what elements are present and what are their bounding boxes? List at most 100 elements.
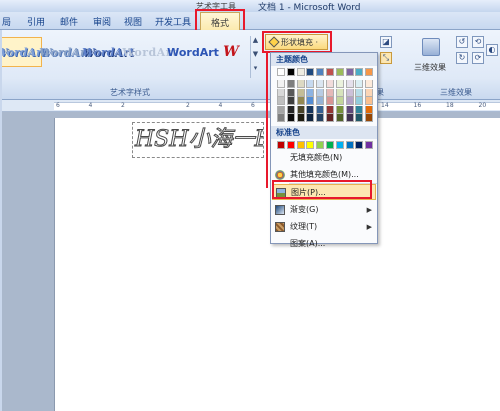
tilt-left-icon[interactable]: ↺: [456, 36, 468, 48]
theme-color-shade-swatch[interactable]: [355, 97, 364, 106]
theme-color-shade-swatch[interactable]: [286, 114, 295, 123]
theme-color-shade-swatch[interactable]: [286, 88, 295, 97]
theme-color-shade-swatch[interactable]: [355, 105, 364, 114]
theme-color-shade-swatch[interactable]: [286, 97, 295, 106]
theme-color-shade-swatch[interactable]: [365, 80, 374, 88]
theme-color-shade-swatch[interactable]: [306, 80, 315, 88]
theme-color-swatch[interactable]: [335, 68, 344, 76]
tab-mailings[interactable]: 邮件: [60, 15, 78, 28]
theme-color-shade-swatch[interactable]: [335, 97, 344, 106]
wordart-style-2[interactable]: WordArt: [39, 37, 91, 67]
theme-color-swatch[interactable]: [365, 68, 374, 76]
theme-color-swatch[interactable]: [277, 68, 285, 76]
theme-color-shade-swatch[interactable]: [326, 105, 334, 114]
texture-fill-item[interactable]: 纹理(T) ▶: [272, 219, 376, 235]
theme-color-swatch[interactable]: [355, 68, 364, 76]
theme-color-shade-swatch[interactable]: [296, 97, 305, 106]
standard-color-swatch[interactable]: [326, 141, 334, 149]
theme-color-shade-swatch[interactable]: [316, 105, 325, 114]
tab-format[interactable]: 格式: [200, 12, 240, 31]
standard-color-swatch[interactable]: [335, 141, 344, 149]
theme-color-shade-swatch[interactable]: [306, 114, 315, 123]
wordart-object[interactable]: HSH小海一El: [132, 122, 264, 158]
theme-color-shade-swatch[interactable]: [335, 114, 344, 123]
theme-color-shade-swatch[interactable]: [365, 97, 374, 106]
theme-color-shade-swatch[interactable]: [326, 80, 334, 88]
theme-color-shade-swatch[interactable]: [365, 88, 374, 97]
theme-color-shade-swatch[interactable]: [365, 105, 374, 114]
wordart-style-1[interactable]: WordArt: [0, 37, 47, 67]
theme-color-shade-swatch[interactable]: [306, 105, 315, 114]
theme-color-shade-swatch[interactable]: [296, 114, 305, 123]
theme-color-shade-swatch[interactable]: [316, 80, 325, 88]
theme-color-shade-swatch[interactable]: [335, 80, 344, 88]
standard-color-swatch[interactable]: [296, 141, 305, 149]
standard-color-swatch[interactable]: [316, 141, 325, 149]
standard-color-swatch[interactable]: [277, 141, 285, 149]
theme-color-shade-swatch[interactable]: [326, 88, 334, 97]
wordart-style-5[interactable]: WordArt: [167, 37, 219, 67]
tab-view[interactable]: 视图: [124, 15, 142, 28]
gradient-fill-item[interactable]: 渐变(G) ▶: [272, 202, 376, 218]
wordart-style-6[interactable]: W: [216, 37, 246, 67]
wordart-style-4[interactable]: WordArt: [122, 37, 177, 67]
theme-color-shade-swatch[interactable]: [326, 114, 334, 123]
change-shape-icon[interactable]: ⤡: [380, 52, 392, 64]
theme-color-shade-swatch[interactable]: [365, 114, 374, 123]
theme-color-shade-swatch[interactable]: [345, 97, 354, 106]
tilt-right-icon[interactable]: ⟳: [472, 52, 484, 64]
3d-cube-icon[interactable]: [422, 38, 440, 56]
theme-color-shade-swatch[interactable]: [326, 97, 334, 106]
theme-color-shade-swatch[interactable]: [296, 105, 305, 114]
tilt-up-icon[interactable]: ⟲: [472, 36, 484, 48]
theme-color-shade-swatch[interactable]: [277, 80, 285, 88]
standard-color-swatch[interactable]: [365, 141, 374, 149]
3d-toggle-icon[interactable]: ◐: [486, 44, 498, 56]
theme-color-swatch[interactable]: [345, 68, 354, 76]
theme-color-shade-swatch[interactable]: [345, 80, 354, 88]
tab-developer[interactable]: 开发工具: [155, 15, 191, 28]
theme-color-swatch[interactable]: [286, 68, 295, 76]
theme-color-shade-swatch[interactable]: [355, 80, 364, 88]
theme-color-shade-swatch[interactable]: [277, 114, 285, 123]
theme-color-shade-swatch[interactable]: [277, 88, 285, 97]
theme-color-shade-swatch[interactable]: [355, 88, 364, 97]
theme-color-shade-swatch[interactable]: [306, 97, 315, 106]
theme-color-shade-swatch[interactable]: [277, 97, 285, 106]
tab-review[interactable]: 审阅: [93, 15, 111, 28]
standard-color-swatch[interactable]: [345, 141, 354, 149]
theme-color-swatch[interactable]: [326, 68, 334, 76]
theme-color-shade-swatch[interactable]: [335, 105, 344, 114]
standard-color-swatch[interactable]: [286, 141, 295, 149]
standard-color-swatch[interactable]: [306, 141, 315, 149]
theme-color-shade-swatch[interactable]: [345, 105, 354, 114]
theme-color-shade-swatch[interactable]: [335, 88, 344, 97]
gallery-more-icon[interactable]: ▾: [251, 64, 260, 78]
theme-color-shade-swatch[interactable]: [296, 88, 305, 97]
theme-color-shade-swatch[interactable]: [306, 88, 315, 97]
standard-color-swatch[interactable]: [355, 141, 364, 149]
theme-color-swatch[interactable]: [296, 68, 305, 76]
no-fill-item[interactable]: 无填充颜色(N): [272, 150, 376, 166]
tilt-down-icon[interactable]: ↻: [456, 52, 468, 64]
theme-color-shade-swatch[interactable]: [296, 80, 305, 88]
tab-layout[interactable]: 局: [2, 15, 11, 28]
tab-references[interactable]: 引用: [27, 15, 45, 28]
shadow-icon[interactable]: ◪: [380, 36, 392, 48]
theme-color-shade-swatch[interactable]: [277, 105, 285, 114]
theme-color-shade-swatch[interactable]: [355, 114, 364, 123]
theme-color-swatch[interactable]: [306, 68, 315, 76]
3d-effects-button[interactable]: 三维效果: [414, 62, 446, 73]
theme-color-shade-swatch[interactable]: [345, 88, 354, 97]
gallery-up-icon[interactable]: ▲: [251, 36, 260, 50]
gallery-down-icon[interactable]: ▼: [251, 50, 260, 64]
theme-color-shade-swatch[interactable]: [286, 80, 295, 88]
theme-color-shade-swatch[interactable]: [316, 97, 325, 106]
theme-color-shade-swatch[interactable]: [316, 114, 325, 123]
shape-fill-button[interactable]: 形状填充 ·: [265, 34, 328, 50]
pattern-fill-item[interactable]: 图案(A)...: [272, 236, 376, 252]
theme-color-shade-swatch[interactable]: [345, 114, 354, 123]
theme-color-swatch[interactable]: [316, 68, 325, 76]
theme-color-shade-swatch[interactable]: [316, 88, 325, 97]
theme-color-shade-swatch[interactable]: [286, 105, 295, 114]
